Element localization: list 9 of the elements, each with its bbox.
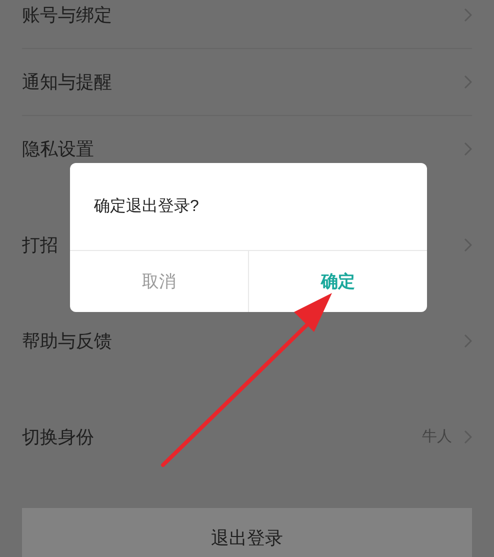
row-label: 通知与提醒 <box>22 70 113 94</box>
row-label: 打招 <box>22 234 59 256</box>
logout-button[interactable]: 退出登录 <box>22 508 472 557</box>
cancel-button[interactable]: 取消 <box>70 251 248 312</box>
row-label: 帮助与反馈 <box>22 330 113 352</box>
row-label: 账号与绑定 <box>22 4 113 26</box>
dialog-title: 确定退出登录? <box>94 196 199 216</box>
row-label: 切换身份 <box>22 426 95 448</box>
row-label: 隐私设置 <box>22 138 95 160</box>
